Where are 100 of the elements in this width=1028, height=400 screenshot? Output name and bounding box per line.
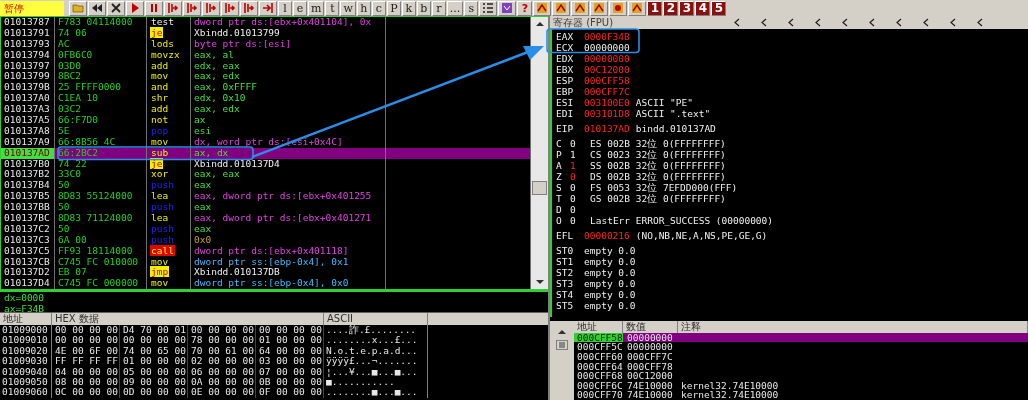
chevron-left-icon[interactable] bbox=[788, 18, 794, 27]
window-button[interactable]: w bbox=[340, 0, 356, 16]
column-header[interactable]: HEX 数据 bbox=[52, 313, 324, 325]
pause-icon[interactable] bbox=[145, 0, 163, 16]
address-cell: 010137A0 bbox=[1, 93, 55, 105]
register-value[interactable]: 003100E0 bbox=[584, 97, 630, 108]
window-button[interactable]: l bbox=[278, 0, 292, 16]
register-value[interactable]: 003101D8 bbox=[584, 108, 630, 119]
register-name: ST0 bbox=[556, 245, 575, 256]
register-value[interactable]: 00000000 bbox=[584, 53, 630, 64]
window-button[interactable]: r bbox=[431, 0, 446, 16]
window-button[interactable]: e bbox=[293, 0, 307, 16]
layout-button[interactable]: 2 bbox=[663, 0, 679, 16]
chevron-left-icon[interactable] bbox=[923, 18, 929, 27]
stack-row[interactable]: 000CFF6C 74E10000 kernel32.74E10000 bbox=[574, 380, 1028, 391]
window-button[interactable]: b bbox=[416, 0, 431, 16]
chevron-left-icon[interactable] bbox=[842, 18, 848, 27]
chevron-left-icon[interactable] bbox=[977, 18, 983, 27]
hex-cell: 09 00 00 00 bbox=[120, 376, 188, 388]
scroll-up-icon[interactable] bbox=[558, 328, 566, 334]
layout-button[interactable]: 3 bbox=[679, 0, 695, 16]
gear-icon[interactable] bbox=[609, 0, 628, 16]
window-icon[interactable] bbox=[498, 0, 517, 16]
register-value[interactable]: 000CFF7C bbox=[584, 86, 630, 97]
layout-button[interactable]: 1 bbox=[647, 0, 663, 16]
window-button[interactable]: t bbox=[325, 0, 340, 16]
address-cell: 01009040 bbox=[0, 366, 52, 377]
scroll-thumb[interactable] bbox=[532, 181, 547, 195]
tool-icon[interactable] bbox=[590, 0, 609, 16]
column-header[interactable]: 数值 bbox=[623, 320, 678, 333]
close-icon[interactable] bbox=[107, 0, 125, 16]
chevron-left-icon[interactable] bbox=[734, 18, 740, 27]
layout-button[interactable]: 5 bbox=[711, 0, 727, 16]
selected-row[interactable]: 010137AD 66:2BC2 sub ax, dx bbox=[1, 147, 531, 159]
register-value[interactable]: 1 bbox=[570, 160, 584, 171]
register-value[interactable]: 0 bbox=[570, 138, 584, 149]
list-icon[interactable] bbox=[479, 0, 498, 16]
stack-row[interactable]: 000CFF60 000CFF7C bbox=[574, 352, 1028, 362]
selected-row[interactable]: 000CFF58 00000000 bbox=[574, 332, 1028, 343]
register-value[interactable]: 0 bbox=[570, 204, 584, 215]
mnemonic-cell: not bbox=[150, 114, 170, 125]
disassembly-row[interactable]: 010137C5 FF93 18114000 call dword ptr ds:[ebx+0x401118] bbox=[1, 245, 531, 257]
register-value[interactable]: 00000216 bbox=[584, 230, 630, 241]
window-button[interactable]: c bbox=[371, 0, 386, 16]
window-button[interactable]: P bbox=[386, 0, 401, 16]
register-value[interactable]: 010137AD bbox=[584, 123, 630, 134]
register-value[interactable]: 0000F34B bbox=[584, 31, 630, 42]
chevron-left-icon[interactable] bbox=[896, 18, 902, 27]
column-header[interactable]: ASCII bbox=[324, 313, 428, 325]
register-value[interactable]: 000CFF58 bbox=[584, 75, 630, 86]
scroll-thumb-icon[interactable] bbox=[556, 339, 568, 350]
help-button[interactable]: ? bbox=[517, 0, 533, 16]
stack-row[interactable]: 000CFF70 74E10000 kernel32.74E10000 bbox=[574, 390, 1028, 400]
disassembly-row[interactable]: 01013791 74 06 je Xbindd.01013799 bbox=[1, 27, 531, 39]
ascii-cell: ÿÿÿÿ£...¬....... bbox=[324, 356, 428, 367]
layout-button[interactable]: 4 bbox=[695, 0, 711, 16]
column-header[interactable]: 注释 bbox=[678, 320, 1028, 333]
chevron-left-icon[interactable] bbox=[761, 18, 767, 27]
window-button[interactable]: ... bbox=[446, 0, 464, 16]
window-button[interactable]: m bbox=[308, 0, 325, 16]
tool-icon[interactable] bbox=[571, 0, 590, 16]
register-name: Z bbox=[556, 171, 563, 182]
info-text: ax=F34B bbox=[4, 303, 45, 314]
folder-icon[interactable] bbox=[69, 0, 87, 16]
scroll-down-icon[interactable] bbox=[534, 279, 545, 285]
stack-row[interactable]: 000CFF5C 00000000 bbox=[574, 342, 1028, 353]
tool-icon[interactable] bbox=[628, 0, 647, 16]
disassembly-row[interactable]: 010137D2 EB 07 jmp Xbindd.010137DB bbox=[1, 267, 531, 279]
register-value[interactable]: 1 bbox=[570, 149, 584, 160]
register-value[interactable]: 0 bbox=[570, 215, 584, 226]
register-value[interactable]: 0 bbox=[570, 182, 584, 193]
goto-icon[interactable] bbox=[259, 0, 277, 16]
register-value[interactable]: 0 bbox=[570, 171, 584, 182]
stack-row[interactable]: 000CFF68 00C12000 bbox=[574, 371, 1028, 381]
register-value[interactable]: 00C12000 bbox=[584, 64, 630, 75]
scrollbar[interactable] bbox=[531, 17, 548, 289]
chevron-left-icon[interactable] bbox=[869, 18, 875, 27]
rewind-icon[interactable] bbox=[88, 0, 106, 16]
run-icon[interactable] bbox=[126, 0, 144, 16]
address-cell: 01009010 bbox=[0, 335, 52, 346]
tool-icon[interactable] bbox=[533, 0, 552, 16]
hex-cell: 03 00 00 00 bbox=[256, 356, 324, 367]
value-cell-text: 74E10000 bbox=[626, 380, 674, 391]
tool-icon[interactable] bbox=[552, 0, 571, 16]
window-button[interactable]: h bbox=[356, 0, 371, 16]
value-cell-text: 00C12000 bbox=[626, 371, 674, 381]
column-header[interactable]: 地址 bbox=[574, 320, 623, 333]
register-value[interactable]: 00000000 bbox=[584, 42, 630, 53]
register-name: ST3 bbox=[556, 278, 575, 289]
window-button[interactable]: k bbox=[401, 0, 416, 16]
disassembly-row[interactable]: 010137B0 74 22 je Xbindd.010137D4 bbox=[1, 158, 531, 170]
chevron-left-icon[interactable] bbox=[950, 18, 956, 27]
register-value[interactable]: 0 bbox=[570, 193, 584, 204]
window-button[interactable]: s bbox=[464, 0, 479, 16]
column-header[interactable]: 地址 bbox=[0, 313, 52, 325]
stack-row[interactable]: 000CFF64 000CFF78 bbox=[574, 361, 1028, 372]
chevron-left-icon[interactable] bbox=[815, 18, 821, 27]
address-cell: 01009050 bbox=[0, 376, 52, 388]
value-cell-text: 74E10000 bbox=[626, 390, 674, 400]
scroll-up-icon[interactable] bbox=[534, 21, 545, 27]
